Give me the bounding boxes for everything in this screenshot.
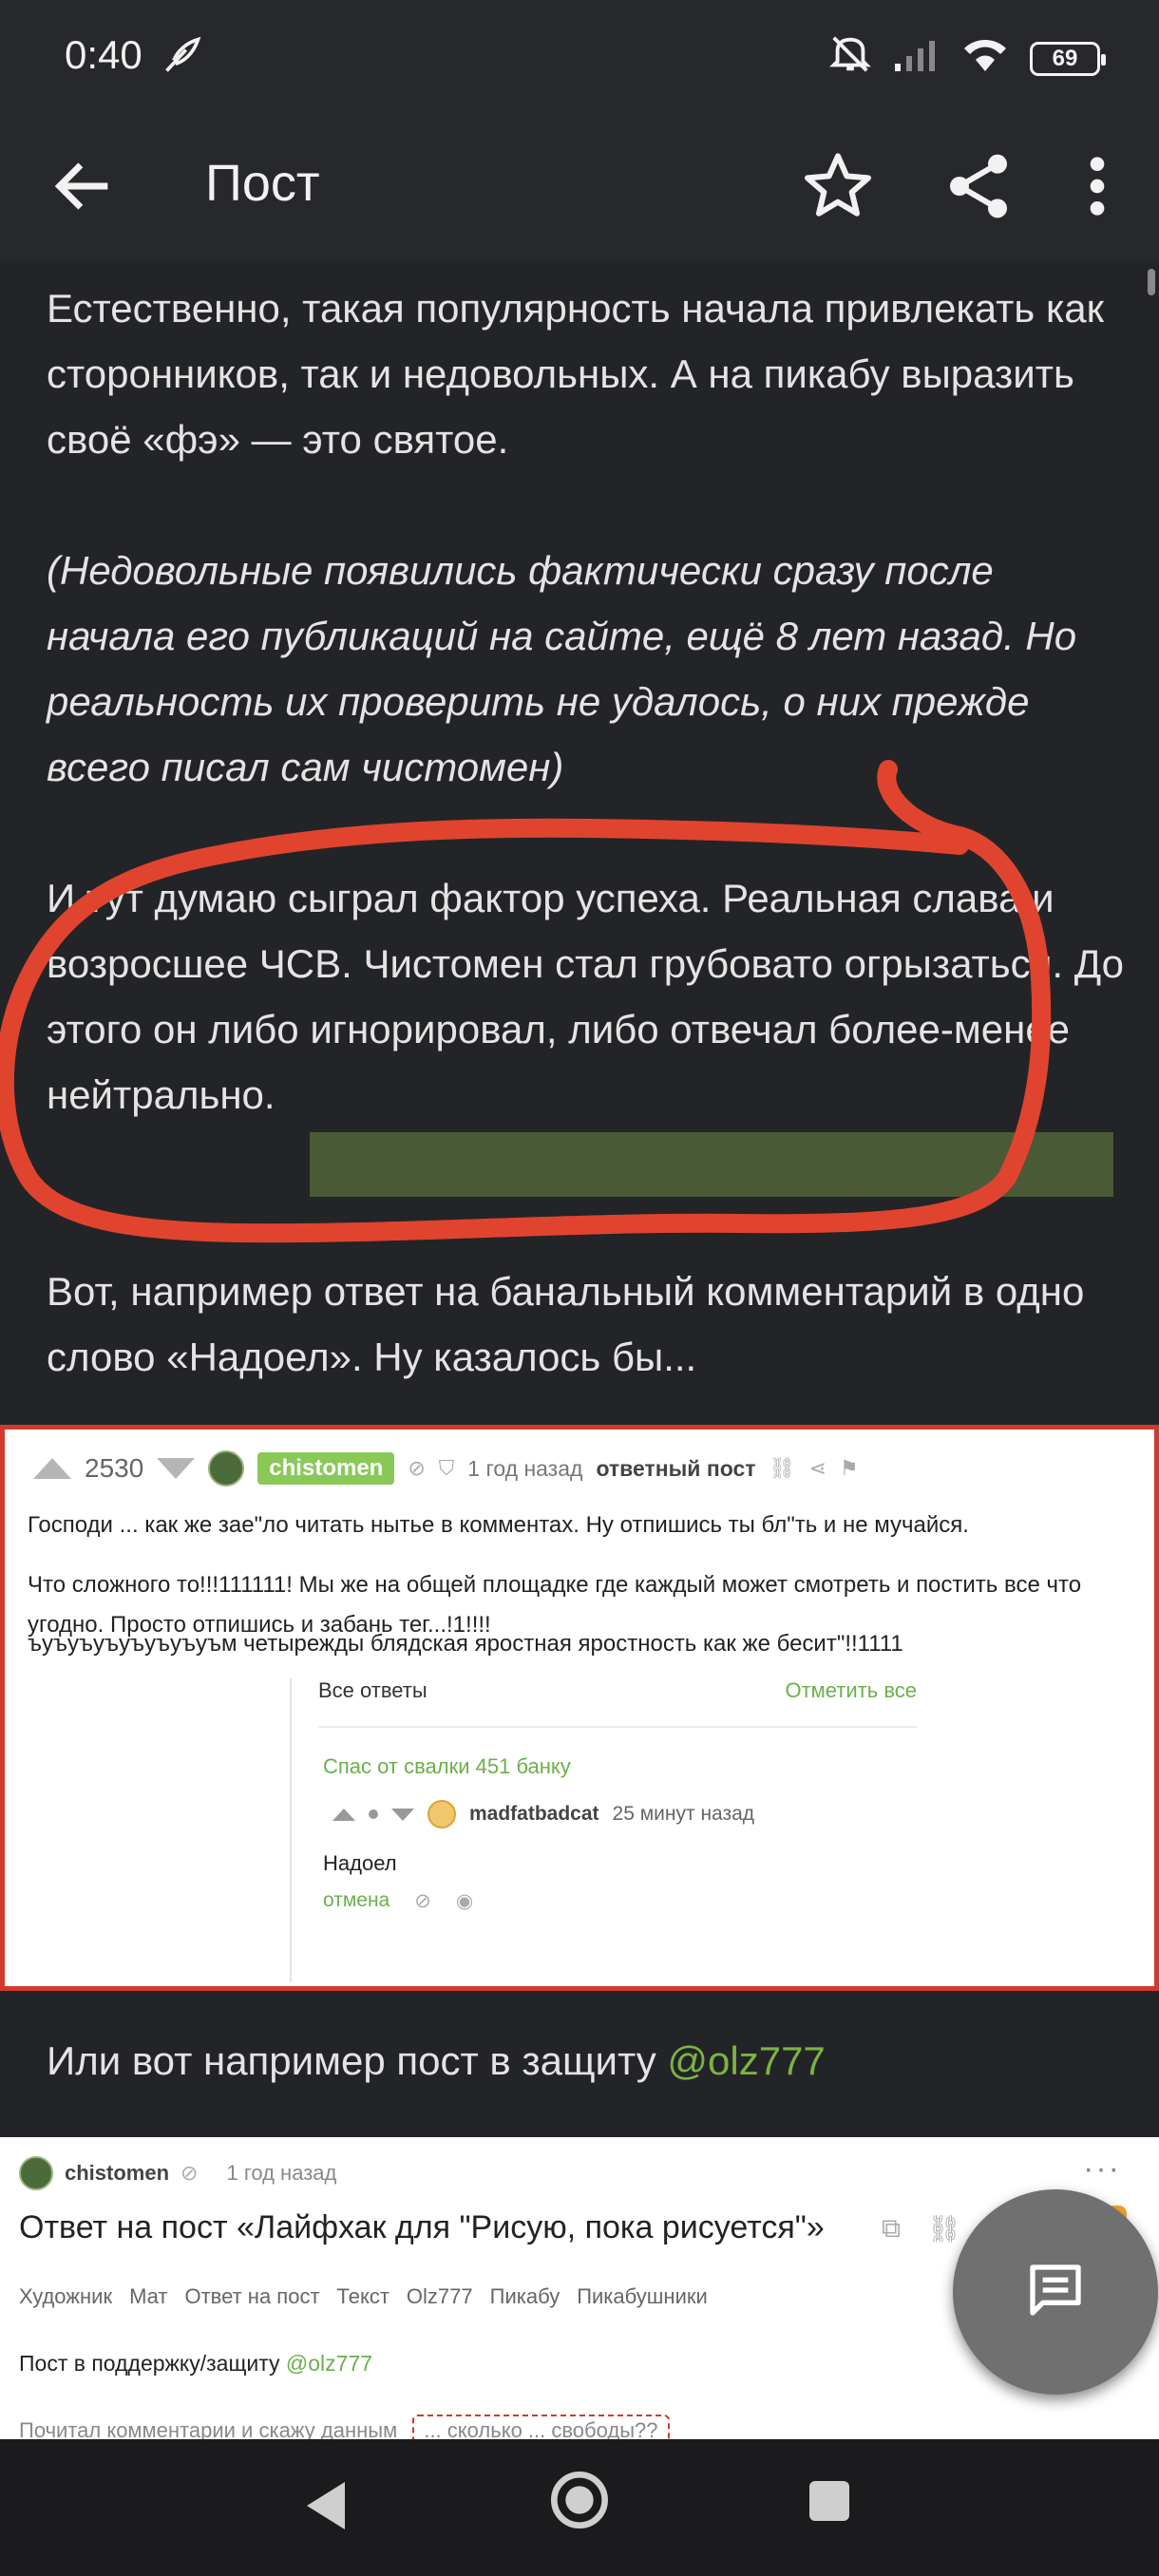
tag: Текст [336,2284,390,2308]
tag: Olz777 [406,2284,473,2308]
comments-fab-button[interactable] [953,2189,1158,2395]
dot-icon [369,1809,378,1819]
post-title: Ответ на пост «Лайфхак для "Рисую, пока … [19,2209,825,2245]
shield-icon: ⛉ [438,1456,455,1480]
verified-icon: ⊘ [180,2161,199,2185]
comment-username: chistomen [257,1452,395,1485]
mid-text-label: Или вот например пост в защиту [47,2038,656,2083]
post-paragraph: Вот, например ответ на банальный коммент… [47,1269,1085,1379]
status-time: 0:40 [65,32,142,77]
system-nav-bar [0,2439,1159,2576]
nav-back-icon[interactable] [302,2479,350,2537]
all-replies-label: Все ответы [318,1678,428,1702]
battery-icon: 69 [1030,42,1106,76]
post-username: chistomen [65,2161,170,2185]
share-icon[interactable] [940,148,1016,224]
mark-all-label: Отметить все [785,1678,917,1702]
downvote-icon [157,1458,196,1479]
post-body-text: Пост в поддержку/защиту [19,2351,280,2376]
post-body-cutoff: Почитал комментарии и скажу данным ... с… [19,2415,670,2441]
tag: Художник [19,2284,113,2308]
sub-comment-time: 25 минут назад [612,1803,755,1825]
mute-icon [828,32,872,85]
app-bar: Пост [0,114,1159,261]
scrollbar-thumb[interactable] [1148,269,1155,295]
upvote-icon [332,1808,355,1821]
avatar [19,2156,53,2190]
dashed-highlight: ... сколько ... свободы?? [412,2415,670,2441]
star-icon[interactable] [800,148,876,224]
cutoff-text: Почитал комментарии и скажу данным [19,2418,398,2441]
highlight-bar [310,1132,1113,1197]
avatar [428,1800,456,1828]
sub-comment-text: Надоел [323,1851,397,1875]
more-horiz-icon: ··· [1083,2150,1121,2187]
comment-time: 1 год назад [467,1455,583,1481]
wifi-icon [961,35,1009,83]
signal-icon [893,35,940,83]
comment-text-line: Господи ... как же зае"ло читать нытье в… [28,1512,969,1538]
comment-icon [1025,2260,1086,2325]
thread-line [290,1678,292,1982]
eye-icon: ◉ [455,1890,474,1912]
share-small-icon: ⋖ [808,1456,826,1480]
nav-recents-icon[interactable] [809,2481,849,2521]
divider [318,1726,917,1728]
post-paragraph: И тут думаю сыграл фактор успеха. Реальн… [47,876,1124,1117]
tag: Мат [129,2284,168,2308]
block-icon: ⊘ [414,1890,431,1912]
flag-icon: ⚑ [839,1456,859,1480]
sub-comment-actions: отмена ⊘ ◉ [323,1889,473,1913]
upvote-icon [33,1458,71,1479]
tag: Ответ на пост [184,2284,320,2308]
avatar [208,1450,245,1487]
post-paragraph-italic: (Недовольные появились фактически сразу … [47,548,1077,789]
page-title: Пост [205,155,320,212]
comment-rating: 2530 [85,1453,144,1483]
comment-text-line: ъуъуъуъуъуъуъуъм четырежды блядская ярос… [28,1631,903,1657]
post-paragraph: Или вот например пост в защиту @olz777 [47,2038,826,2084]
feather-icon [162,34,203,85]
link-icon: ⛓ [769,1456,796,1480]
tag: Пикабушники [577,2284,708,2308]
mention-link[interactable]: @olz777 [667,2038,825,2083]
comment-header: 2530 chistomen ⊘ ⛉ 1 год назад ответный … [33,1450,859,1487]
sub-post-title: Спас от свалки 451 банку [323,1754,571,1778]
post-header: chistomen ⊘ 1 год назад [19,2156,336,2190]
comment-reply-type: ответный пост [596,1455,756,1481]
status-bar: 0:40 69 [0,0,1159,114]
nav-home-icon[interactable] [549,2470,610,2535]
tag-list: Художник Мат Ответ на пост Текст Olz777 … [19,2284,708,2309]
sub-comment-header: madfatbadcat 25 минут назад [332,1800,754,1828]
post-paragraph: Естественно, такая популярность начала п… [47,286,1104,462]
back-arrow-icon[interactable] [48,150,120,222]
post-title-icons: ⧉ ⛓ [882,2213,961,2245]
verified-icon: ⊘ [408,1456,426,1480]
more-vert-icon[interactable] [1074,148,1121,224]
embedded-comment-screenshot: 2530 chistomen ⊘ ⛉ 1 год назад ответный … [0,1425,1159,1991]
post-time: 1 год назад [226,2161,337,2185]
mention-link: @olz777 [285,2351,373,2376]
link-icon: ⛓ [927,2214,961,2244]
post-body-line: Пост в поддержку/защиту @olz777 [19,2351,372,2377]
sub-comment-username: madfatbadcat [469,1803,599,1825]
status-icons: 69 [828,32,1106,85]
sub-thread: Все ответы Отметить все Спас от свалки 4… [280,1678,917,1986]
downvote-icon [391,1808,414,1821]
open-external-icon: ⧉ [882,2213,901,2243]
cancel-link: отмена [323,1889,390,1911]
sub-thread-header: Все ответы Отметить все [318,1678,917,1703]
tag: Пикабу [489,2284,560,2308]
